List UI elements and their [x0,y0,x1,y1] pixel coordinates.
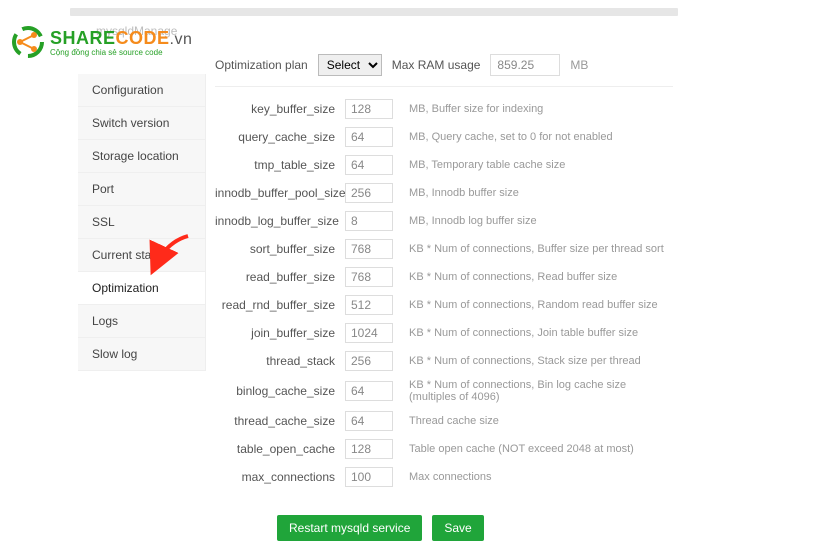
setting-label-key_buffer_size: key_buffer_size [215,102,335,116]
sidebar-item-configuration[interactable]: Configuration [78,74,205,107]
setting-hint-innodb_log_buffer_size: MB, Innodb log buffer size [409,215,673,227]
max-ram-label: Max RAM usage [392,58,481,72]
sidebar-item-current-status[interactable]: Current status [78,239,205,272]
plan-row: Optimization plan Select Max RAM usage M… [215,44,673,87]
setting-hint-query_cache_size: MB, Query cache, set to 0 for not enable… [409,131,673,143]
site-logo: SHARECODE.vn Cộng đồng chia sẻ source co… [10,24,192,60]
setting-label-tmp_table_size: tmp_table_size [215,158,335,172]
setting-input-join_buffer_size[interactable] [345,323,393,343]
setting-hint-join_buffer_size: KB * Num of connections, Join table buff… [409,327,673,339]
setting-input-tmp_table_size[interactable] [345,155,393,175]
logo-text-vn: .vn [170,31,193,48]
setting-label-max_connections: max_connections [215,470,335,484]
sidebar-item-logs[interactable]: Logs [78,305,205,338]
logo-text-code: CODE [116,28,170,48]
setting-hint-tmp_table_size: MB, Temporary table cache size [409,159,673,171]
main-content: Optimization plan Select Max RAM usage M… [215,44,673,507]
setting-input-table_open_cache[interactable] [345,439,393,459]
setting-label-innodb_log_buffer_size: innodb_log_buffer_size [215,214,335,228]
setting-hint-innodb_buffer_pool_size: MB, Innodb buffer size [409,187,673,199]
setting-label-thread_cache_size: thread_cache_size [215,414,335,428]
sidebar-item-switch-version[interactable]: Switch version [78,107,205,140]
logo-tagline: Cộng đồng chia sẻ source code [50,48,192,57]
setting-input-read_rnd_buffer_size[interactable] [345,295,393,315]
setting-input-sort_buffer_size[interactable] [345,239,393,259]
setting-hint-read_rnd_buffer_size: KB * Num of connections, Random read buf… [409,299,673,311]
setting-label-read_buffer_size: read_buffer_size [215,270,335,284]
setting-input-binlog_cache_size[interactable] [345,381,393,401]
setting-input-read_buffer_size[interactable] [345,267,393,287]
setting-hint-table_open_cache: Table open cache (NOT exceed 2048 at mos… [409,443,673,455]
setting-hint-thread_stack: KB * Num of connections, Stack size per … [409,355,673,367]
settings-grid: key_buffer_size MB, Buffer size for index… [215,99,673,487]
setting-input-thread_cache_size[interactable] [345,411,393,431]
setting-label-binlog_cache_size: binlog_cache_size [215,384,335,398]
top-bar [70,8,678,16]
save-button[interactable]: Save [432,515,483,541]
setting-hint-sort_buffer_size: KB * Num of connections, Buffer size per… [409,243,673,255]
setting-label-sort_buffer_size: sort_buffer_size [215,242,335,256]
setting-hint-read_buffer_size: KB * Num of connections, Read buffer siz… [409,271,673,283]
setting-label-table_open_cache: table_open_cache [215,442,335,456]
setting-hint-thread_cache_size: Thread cache size [409,415,673,427]
max-ram-input[interactable] [490,54,560,76]
plan-label: Optimization plan [215,58,308,72]
plan-select[interactable]: Select [318,54,382,76]
logo-text-share: SHARE [50,28,116,48]
sidebar: ConfigurationSwitch versionStorage locat… [78,74,206,371]
setting-input-innodb_buffer_pool_size[interactable] [345,183,393,203]
setting-label-join_buffer_size: join_buffer_size [215,326,335,340]
sidebar-item-ssl[interactable]: SSL [78,206,205,239]
setting-hint-key_buffer_size: MB, Buffer size for indexing [409,103,673,115]
setting-hint-max_connections: Max connections [409,471,673,483]
sidebar-item-slow-log[interactable]: Slow log [78,338,205,371]
setting-input-key_buffer_size[interactable] [345,99,393,119]
max-ram-unit: MB [570,58,588,72]
setting-input-innodb_log_buffer_size[interactable] [345,211,393,231]
sidebar-item-optimization[interactable]: Optimization [78,272,205,305]
restart-mysqld-button[interactable]: Restart mysqld service [277,515,422,541]
setting-input-thread_stack[interactable] [345,351,393,371]
setting-label-innodb_buffer_pool_size: innodb_buffer_pool_size [215,186,335,200]
sidebar-item-storage-location[interactable]: Storage location [78,140,205,173]
setting-input-max_connections[interactable] [345,467,393,487]
action-buttons: Restart mysqld service Save [277,515,673,541]
setting-hint-binlog_cache_size: KB * Num of connections, Bin log cache s… [409,379,673,403]
setting-input-query_cache_size[interactable] [345,127,393,147]
sidebar-item-port[interactable]: Port [78,173,205,206]
setting-label-thread_stack: thread_stack [215,354,335,368]
sharecode-logo-icon [10,24,46,60]
setting-label-read_rnd_buffer_size: read_rnd_buffer_size [215,298,335,312]
setting-label-query_cache_size: query_cache_size [215,130,335,144]
